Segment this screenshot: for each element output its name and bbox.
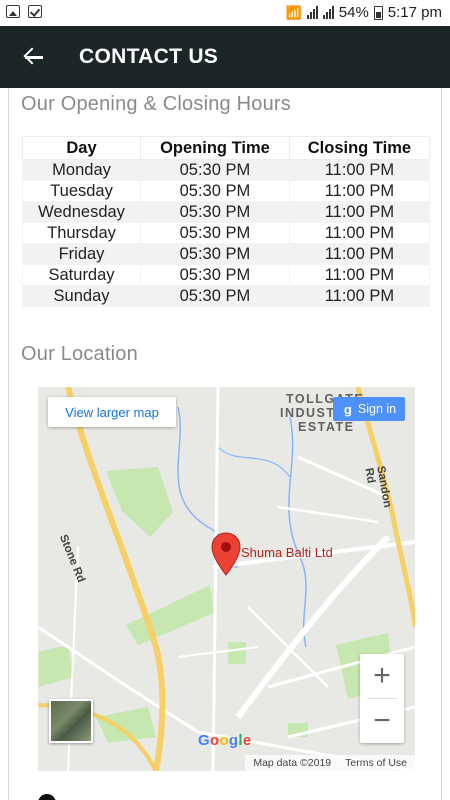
map-pin-icon[interactable] bbox=[211, 532, 241, 576]
app-toolbar: CONTACT US bbox=[0, 26, 450, 88]
closing-cell: 11:00 PM bbox=[288, 222, 431, 244]
map-footer: Map data ©2019 Terms of Use bbox=[245, 755, 415, 771]
battery-icon bbox=[373, 5, 383, 20]
header-day: Day bbox=[21, 136, 142, 160]
table-row: Wednesday 05:30 PM 11:00 PM bbox=[21, 201, 431, 223]
hours-section-title: Our Opening & Closing Hours bbox=[21, 93, 291, 115]
opening-cell: 05:30 PM bbox=[140, 159, 290, 181]
google-logo-letter: G bbox=[198, 732, 210, 749]
satellite-view-toggle[interactable] bbox=[49, 699, 93, 743]
hours-table-header: Day Opening Time Closing Time bbox=[21, 136, 431, 160]
day-cell: Sunday bbox=[21, 285, 142, 307]
terms-of-use-link[interactable]: Terms of Use bbox=[345, 757, 407, 769]
day-cell: Friday bbox=[21, 243, 142, 265]
opening-cell: 05:30 PM bbox=[140, 285, 290, 307]
task-notification-icon bbox=[28, 5, 42, 18]
google-logo-letter: o bbox=[219, 732, 229, 749]
map-place-label[interactable]: Shuma Balti Ltd bbox=[241, 545, 333, 560]
closing-cell: 11:00 PM bbox=[288, 180, 431, 202]
closing-cell: 11:00 PM bbox=[288, 285, 431, 307]
clock: 5:17 pm bbox=[387, 4, 442, 21]
map-canvas[interactable] bbox=[38, 387, 415, 771]
signal-icon bbox=[306, 6, 318, 19]
map-area-label-estate: ESTATE bbox=[298, 420, 355, 434]
table-row: Monday 05:30 PM 11:00 PM bbox=[21, 159, 431, 181]
day-cell: Thursday bbox=[21, 222, 142, 244]
closing-cell: 11:00 PM bbox=[288, 159, 431, 181]
contact-content[interactable]: Our Opening & Closing Hours Day Opening … bbox=[8, 88, 442, 800]
opening-cell: 05:30 PM bbox=[140, 264, 290, 286]
partial-icon bbox=[38, 794, 56, 800]
opening-cell: 05:30 PM bbox=[140, 222, 290, 244]
battery-percent: 54% bbox=[338, 4, 369, 21]
opening-cell: 05:30 PM bbox=[140, 243, 290, 265]
header-opening-time: Opening Time bbox=[140, 136, 290, 160]
map-data-attribution: Map data ©2019 bbox=[253, 757, 332, 769]
sign-in-button[interactable]: g Sign in bbox=[333, 397, 405, 421]
zoom-in-button[interactable]: + bbox=[360, 654, 404, 698]
signal-icon-2 bbox=[322, 6, 334, 19]
google-plus-icon: g bbox=[343, 401, 352, 417]
google-logo-letter: e bbox=[242, 732, 252, 749]
location-section-title: Our Location bbox=[21, 343, 138, 365]
day-cell: Tuesday bbox=[21, 180, 142, 202]
google-logo-letter: g bbox=[228, 732, 239, 749]
table-row: Friday 05:30 PM 11:00 PM bbox=[21, 243, 431, 265]
table-row: Thursday 05:30 PM 11:00 PM bbox=[21, 222, 431, 244]
table-row: Tuesday 05:30 PM 11:00 PM bbox=[21, 180, 431, 202]
sign-in-label: Sign in bbox=[357, 402, 397, 416]
embedded-map[interactable]: TOLLGATE INDUSTRIAL ESTATE Stone Rd Sand… bbox=[38, 387, 415, 771]
zoom-controls: + − bbox=[360, 654, 404, 743]
back-arrow-icon[interactable] bbox=[23, 45, 47, 69]
status-bar: 📶 54% 5:17 pm bbox=[0, 0, 450, 26]
day-cell: Monday bbox=[21, 159, 142, 181]
closing-cell: 11:00 PM bbox=[288, 243, 431, 265]
wifi-icon: 📶 bbox=[285, 4, 302, 20]
page-title: CONTACT US bbox=[79, 45, 219, 68]
view-larger-map-button[interactable]: View larger map bbox=[48, 397, 176, 427]
hours-table: Day Opening Time Closing Time Monday 05:3… bbox=[21, 136, 431, 307]
opening-cell: 05:30 PM bbox=[140, 201, 290, 223]
header-closing-time: Closing Time bbox=[288, 136, 431, 160]
day-cell: Saturday bbox=[21, 264, 142, 286]
table-row: Sunday 05:30 PM 11:00 PM bbox=[21, 285, 431, 307]
opening-cell: 05:30 PM bbox=[140, 180, 290, 202]
closing-cell: 11:00 PM bbox=[288, 264, 431, 286]
table-row: Saturday 05:30 PM 11:00 PM bbox=[21, 264, 431, 286]
gallery-notification-icon bbox=[6, 5, 20, 18]
day-cell: Wednesday bbox=[21, 201, 142, 223]
closing-cell: 11:00 PM bbox=[288, 201, 431, 223]
google-logo: Google bbox=[198, 732, 252, 749]
zoom-out-button[interactable]: − bbox=[360, 699, 404, 743]
